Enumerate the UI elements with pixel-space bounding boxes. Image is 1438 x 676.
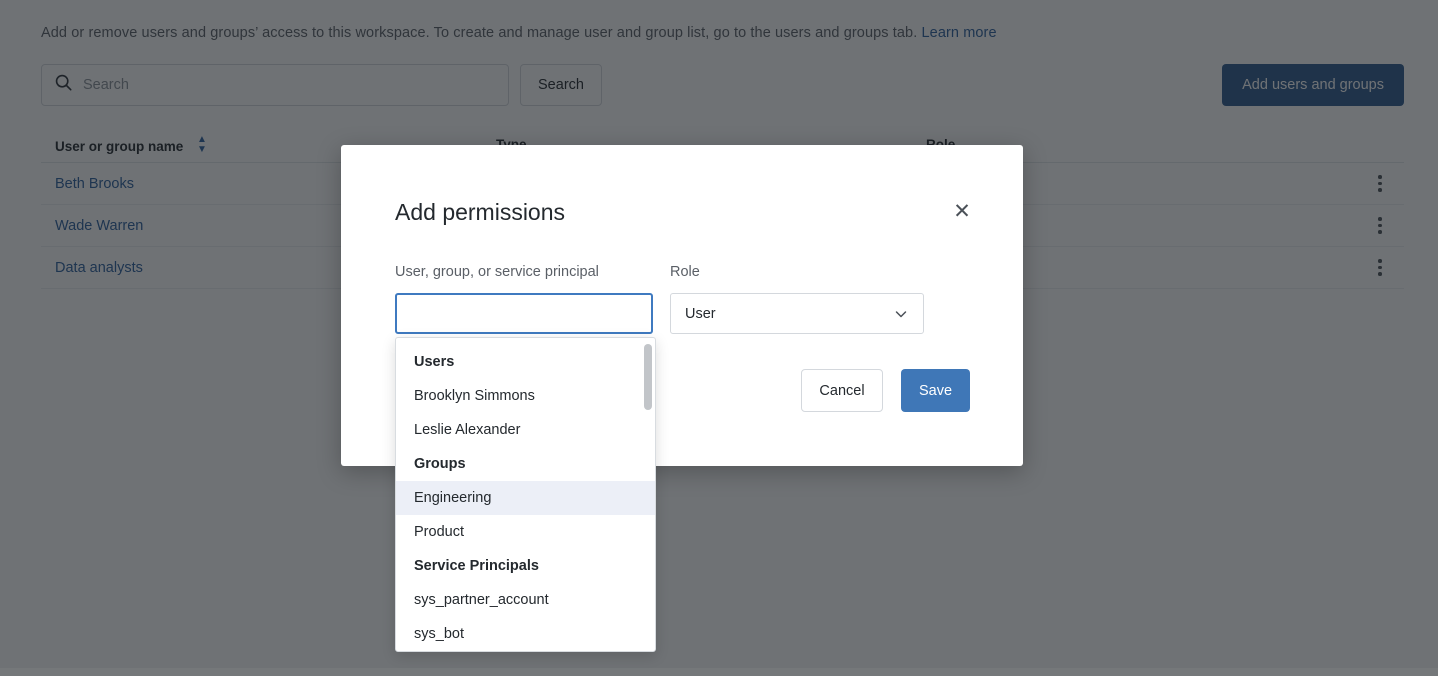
close-icon[interactable]: ✕ [951,202,973,224]
dropdown-option[interactable]: Product [396,515,655,549]
chevron-down-icon [893,306,909,322]
dropdown-scrollbar[interactable] [644,344,652,647]
dropdown-scrollbar-thumb[interactable] [644,344,652,410]
principal-dropdown-list[interactable]: UsersBrooklyn SimmonsLeslie AlexanderGro… [395,337,656,652]
dropdown-group-header: Groups [396,447,655,481]
role-field-label: Role [670,264,700,280]
dropdown-group-header: Service Principals [396,549,655,583]
dropdown-option[interactable]: Engineering [396,481,655,515]
dropdown-options: UsersBrooklyn SimmonsLeslie AlexanderGro… [396,338,655,651]
role-select[interactable]: User [670,293,924,334]
save-button[interactable]: Save [901,369,970,412]
dropdown-group-header: Users [396,345,655,379]
role-select-value: User [685,306,893,322]
dropdown-option[interactable]: sys_partner_account [396,583,655,617]
dropdown-option[interactable]: Leslie Alexander [396,413,655,447]
principal-field-label: User, group, or service principal [395,264,599,280]
dropdown-option[interactable]: Brooklyn Simmons [396,379,655,413]
cancel-button[interactable]: Cancel [801,369,883,412]
dropdown-option[interactable]: sys_bot [396,617,655,651]
principal-combobox-input[interactable] [395,293,653,334]
page-bottom-strip [0,668,1438,676]
dialog-title: Add permissions [395,199,565,226]
dialog-actions: Cancel Save [801,369,970,412]
